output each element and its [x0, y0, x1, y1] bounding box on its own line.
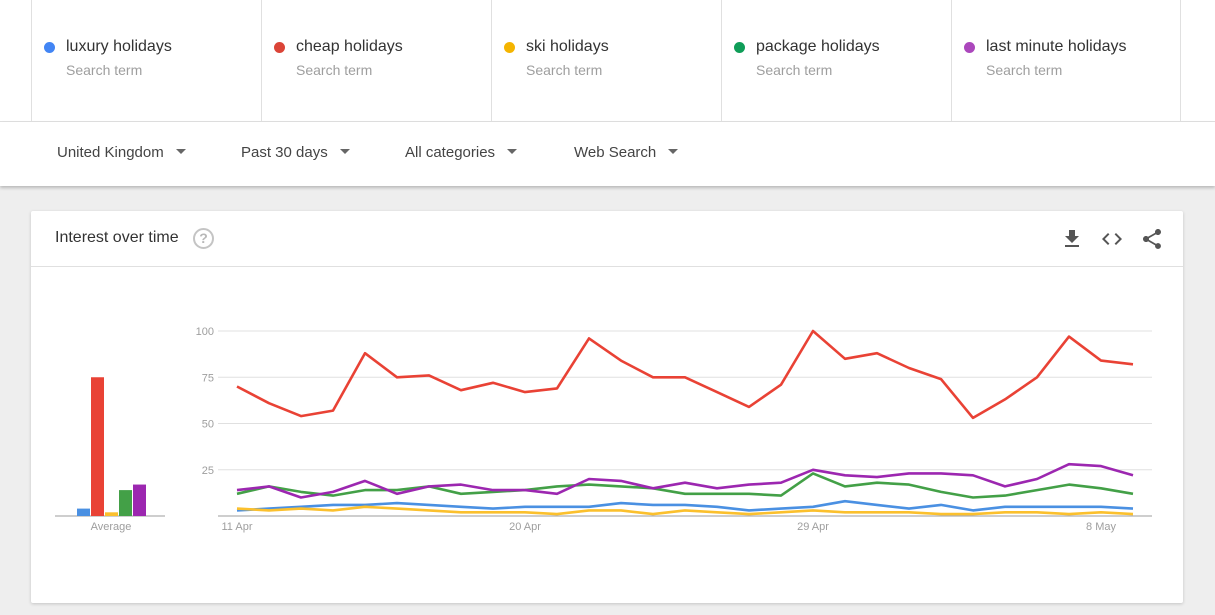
term-name: ski holidays	[526, 38, 609, 55]
term-card-cheap[interactable]: cheap holidays Search term	[261, 0, 491, 121]
series-lines	[236, 329, 1134, 516]
term-name: luxury holidays	[66, 38, 172, 55]
term-type: Search term	[986, 62, 1063, 78]
term-name: cheap holidays	[296, 38, 403, 55]
term-type: Search term	[526, 62, 603, 78]
series-line-cheap-holidays	[236, 329, 1134, 420]
region-dropdown[interactable]: United Kingdom	[57, 144, 186, 161]
term-type: Search term	[66, 62, 143, 78]
series-color-dot	[964, 42, 975, 53]
average-bar-cheap-holidays	[91, 377, 104, 516]
term-name: last minute holidays	[986, 38, 1127, 55]
term-name: package holidays	[756, 38, 880, 55]
filter-bar: United Kingdom Past 30 days All categori…	[0, 122, 1215, 186]
interest-over-time-card: Interest over time ? Average 25 50 75 100 1…	[31, 211, 1183, 603]
x-tick-label: 8 May	[1086, 521, 1116, 533]
term-card-package[interactable]: package holidays Search term	[721, 0, 951, 121]
series-line-luxury-holidays	[236, 499, 1134, 512]
y-tick-label: 25	[202, 465, 214, 477]
y-tick-label: 100	[196, 326, 214, 338]
average-bar-chart: Average	[55, 377, 165, 533]
x-tick-label: 11 Apr	[222, 521, 253, 533]
chevron-down-icon	[339, 148, 350, 154]
series-color-dot	[504, 42, 515, 53]
series-color-dot	[734, 42, 745, 53]
term-card-last-minute[interactable]: last minute holidays Search term	[951, 0, 1181, 121]
chevron-down-icon	[175, 148, 186, 154]
term-type: Search term	[756, 62, 833, 78]
interest-chart: Average 25 50 75 100 11 Apr 20 Apr 29 Apr 8 Ma…	[55, 326, 1152, 533]
x-tick-label: 29 Apr	[797, 521, 829, 533]
average-bar-package-holidays	[119, 490, 132, 516]
time-range-dropdown[interactable]: Past 30 days	[241, 144, 350, 161]
average-label: Average	[91, 521, 132, 533]
average-bar-luxury-holidays	[77, 508, 90, 516]
y-tick-label: 50	[202, 419, 214, 431]
average-bar-last-minute-holidays	[133, 484, 146, 516]
search-terms-bar: luxury holidays Search term cheap holida…	[0, 0, 1215, 122]
chevron-down-icon	[668, 148, 679, 154]
series-color-dot	[274, 42, 285, 53]
series-color-dot	[44, 42, 55, 53]
time-range-value: Past 30 days	[241, 144, 328, 161]
x-tick-label: 20 Apr	[509, 521, 541, 533]
term-card-ski[interactable]: ski holidays Search term	[491, 0, 721, 121]
average-bar-ski-holidays	[105, 512, 118, 516]
y-tick-label: 75	[202, 372, 214, 384]
term-type: Search term	[296, 62, 373, 78]
region-value: United Kingdom	[57, 144, 164, 161]
term-card-luxury[interactable]: luxury holidays Search term	[31, 0, 261, 121]
search-type-value: Web Search	[574, 144, 657, 161]
y-axis-ticks: 25 50 75 100	[196, 326, 214, 477]
gridlines	[218, 330, 1152, 517]
category-value: All categories	[405, 144, 496, 161]
chevron-down-icon	[507, 148, 518, 154]
category-dropdown[interactable]: All categories	[405, 144, 518, 161]
search-type-dropdown[interactable]: Web Search	[574, 144, 679, 161]
x-axis-ticks: 11 Apr 20 Apr 29 Apr 8 May	[222, 521, 1117, 533]
